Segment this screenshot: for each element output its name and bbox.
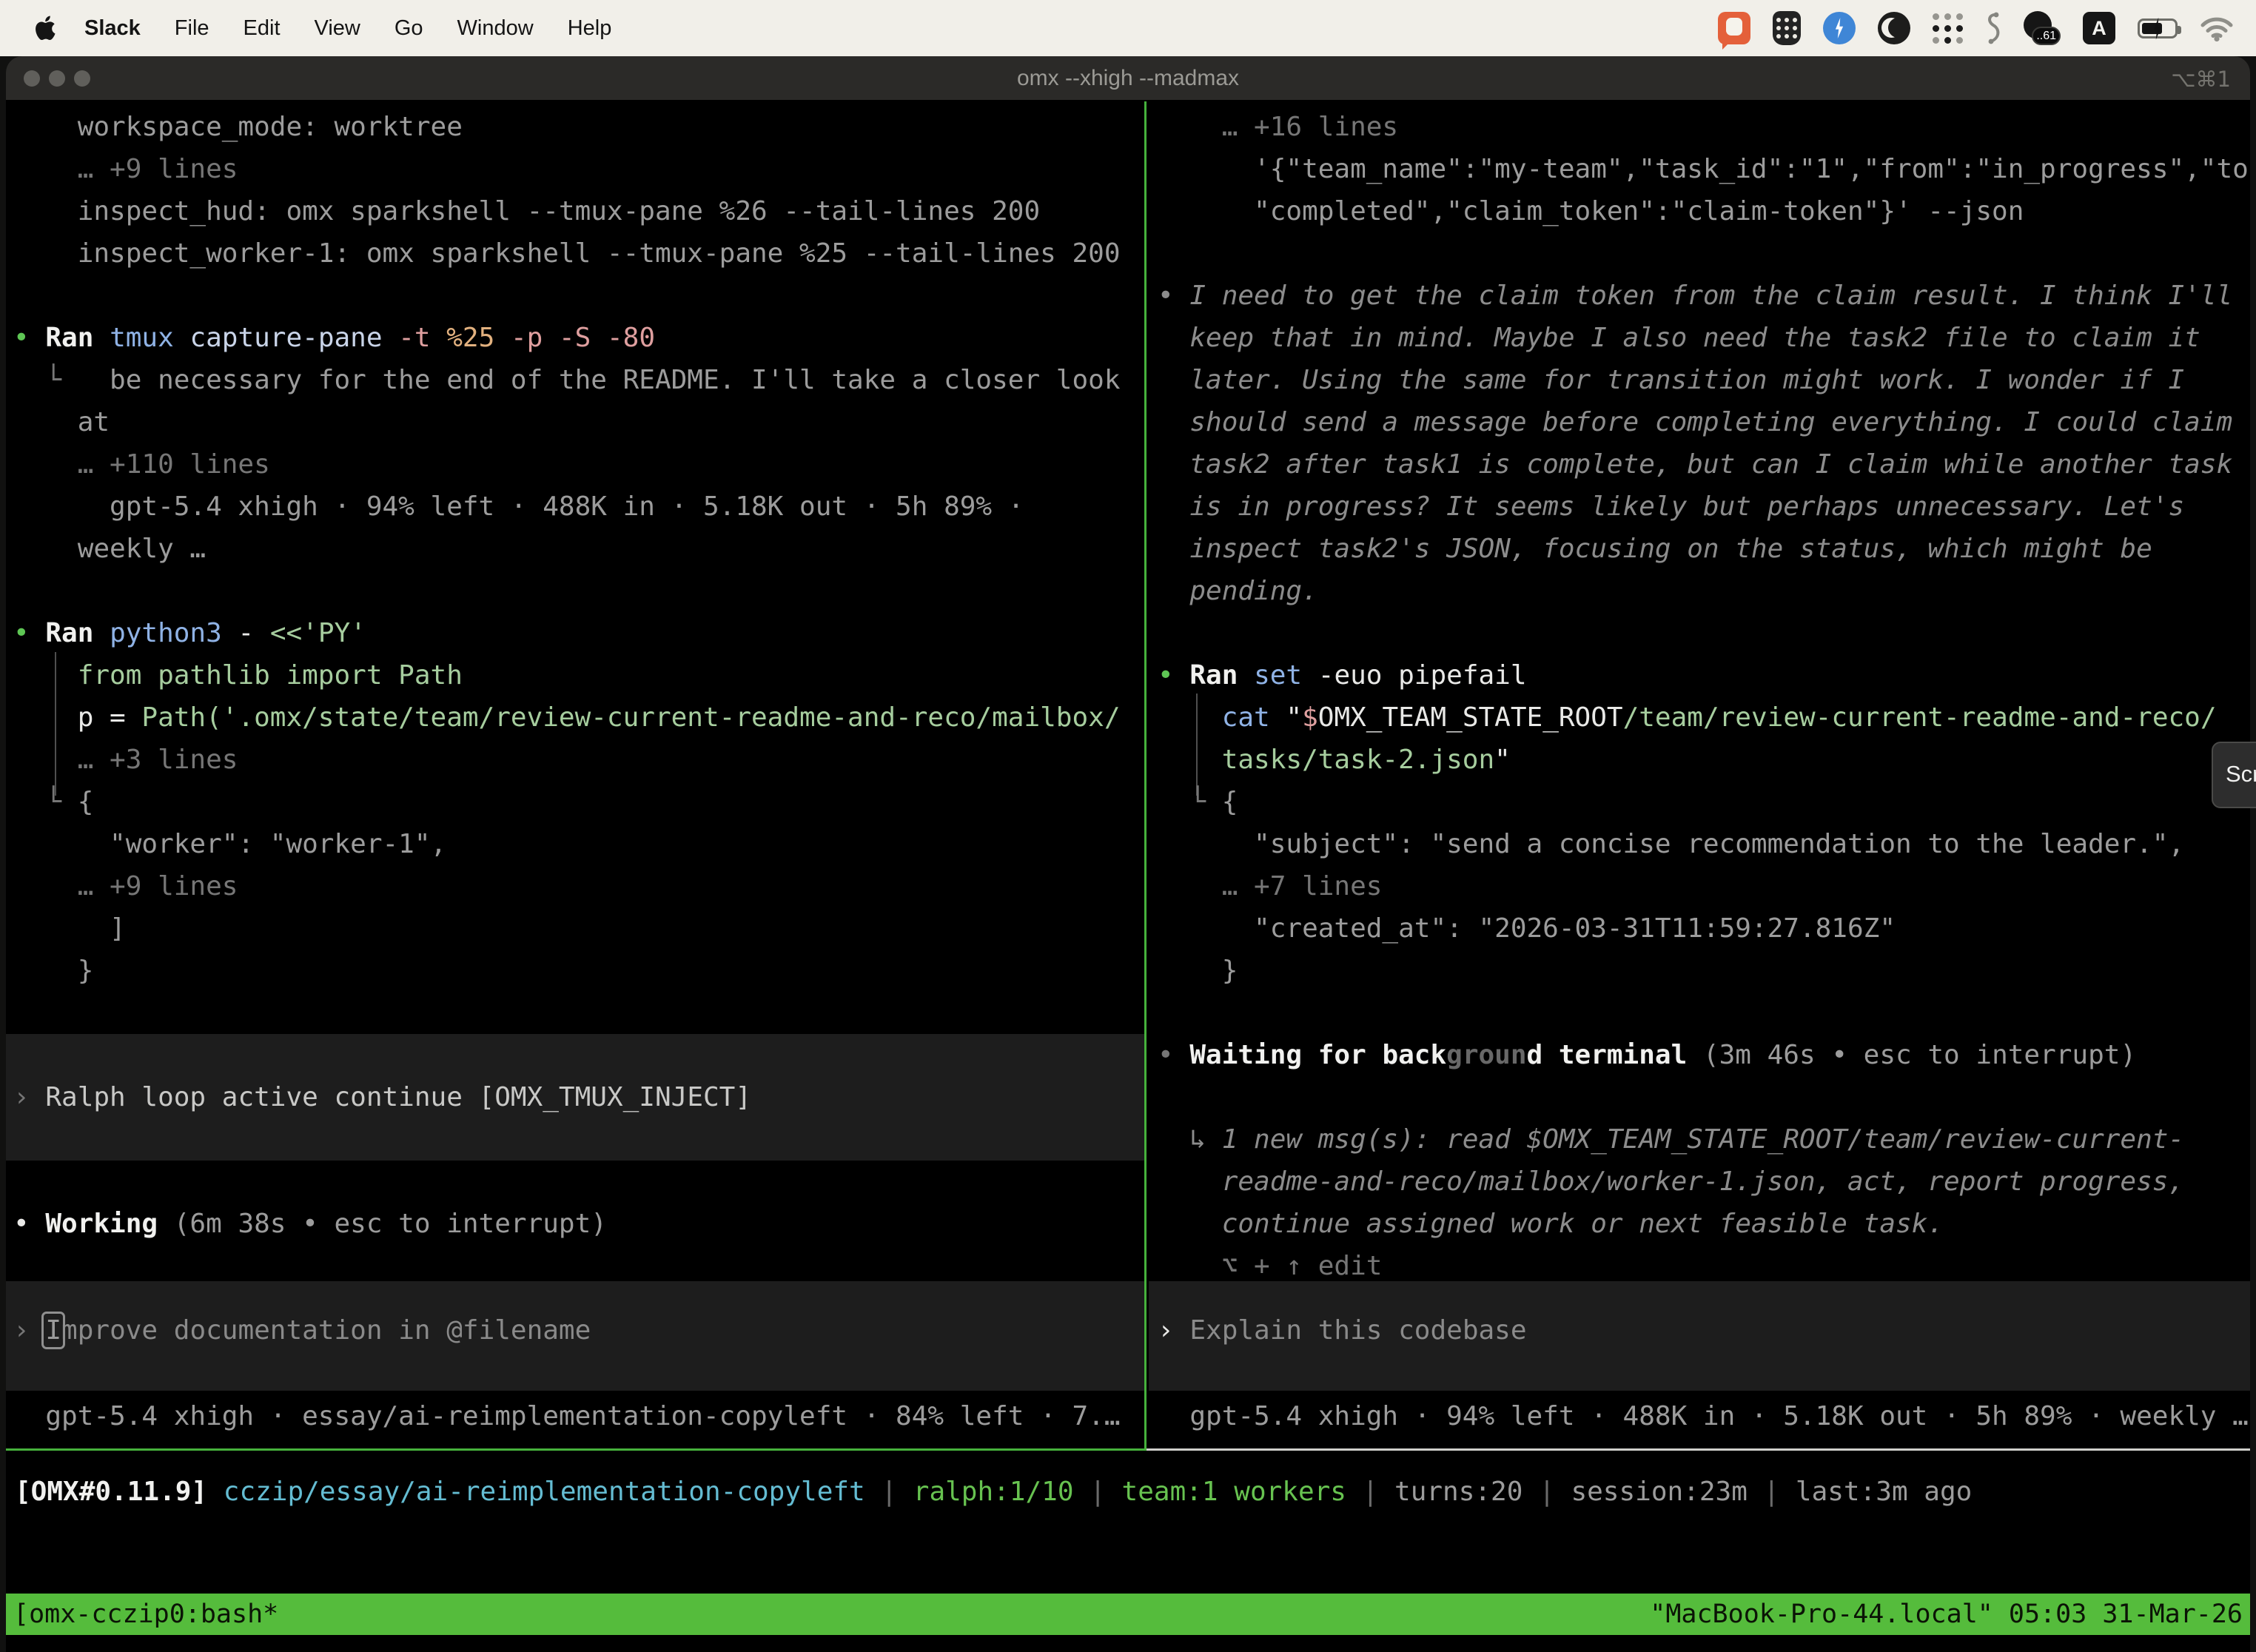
terminal-line: … +110 lines: [13, 443, 1144, 486]
keypad-shield-icon[interactable]: [1773, 11, 1801, 45]
dots-grid-icon[interactable]: [1933, 13, 1963, 44]
terminal-line: pending.: [1158, 570, 2250, 612]
tmux-host-clock-label: "MacBook-Pro-44.local" 05:03 31-Mar-26: [1650, 1594, 2243, 1635]
terminal-line: cat "$OMX_TEAM_STATE_ROOT/team/review-cu…: [1158, 696, 2250, 739]
terminal-line: … +3 lines: [13, 739, 1144, 781]
terminal-line: • Waiting for background terminal (3m 46…: [1158, 1034, 2250, 1076]
terminal-line: › Ralph loop active continue [OMX_TMUX_I…: [13, 1076, 1144, 1118]
pane-divider-vertical[interactable]: [1144, 101, 1147, 1448]
input-source-icon[interactable]: A: [2083, 12, 2115, 44]
terminal-line: inspect task2's JSON, focusing on the st…: [1158, 528, 2250, 570]
terminal-line: "created_at": "2026-03-31T11:59:27.816Z": [1158, 907, 2250, 950]
terminal-line: }: [13, 950, 1144, 992]
terminal-line: … +9 lines: [13, 865, 1144, 907]
terminal-line: tasks/task-2.json": [1158, 739, 2250, 781]
terminal-line: └ {: [1158, 781, 2250, 823]
pane-border-bottom-right: [1147, 1448, 2250, 1451]
terminal-line: … +9 lines: [13, 148, 1144, 190]
battery-charging-icon[interactable]: [2138, 19, 2178, 38]
terminal-line: later. Using the same for transition mig…: [1158, 359, 2250, 401]
terminal-line: '{"team_name":"my-team","task_id":"1","f…: [1158, 148, 2250, 190]
menu-item-file[interactable]: File: [175, 16, 209, 41]
menu-bar: Slack File Edit View Go Window Help ..61 A: [0, 0, 2256, 56]
menu-item-window[interactable]: Window: [457, 16, 534, 41]
blue-bolt-icon[interactable]: [1823, 12, 1856, 44]
tmux-session-label: [omx-cczip0:bash*: [13, 1594, 278, 1635]
terminal-line: └ {: [13, 781, 1144, 823]
apple-logo-icon[interactable]: [34, 13, 59, 43]
terminal-line: gpt-5.4 xhigh · 94% left · 488K in · 5.1…: [1158, 1395, 2250, 1437]
terminal-line: from pathlib import Path: [13, 654, 1144, 696]
menu-item-go[interactable]: Go: [395, 16, 423, 41]
terminal-line: should send a message before completing …: [1158, 401, 2250, 443]
terminal-content: workspace_mode: worktree … +9 lines insp…: [6, 101, 2250, 1652]
screen-overlay-pill: Scre: [2212, 742, 2256, 808]
terminal-line: task2 after task1 is complete, but can I…: [1158, 443, 2250, 486]
menu-item-help[interactable]: Help: [568, 16, 612, 41]
crescent-app-icon[interactable]: [1878, 12, 1910, 44]
terminal-line: keep that in mind. Maybe I also need the…: [1158, 317, 2250, 359]
terminal-line: is in progress? It seems likely but perh…: [1158, 486, 2250, 528]
terminal-line: p = Path('.omx/state/team/review-current…: [13, 696, 1144, 739]
menubar-status-icons: ..61 A: [1718, 11, 2256, 45]
pane-border-bottom-left: [6, 1448, 1147, 1451]
terminal-line: inspect_worker-1: omx sparkshell --tmux-…: [13, 232, 1144, 275]
terminal-line: • Ran set -euo pipefail: [1158, 654, 2250, 696]
terminal-line: ]: [13, 907, 1144, 950]
terminal-line: ⌥ + ↑ edit: [1158, 1245, 2250, 1287]
wifi-icon[interactable]: [2200, 15, 2234, 41]
terminal-line: gpt-5.4 xhigh · 94% left · 488K in · 5.1…: [13, 486, 1144, 528]
window-shortcut-hint: ⌥⌘1: [2171, 56, 2231, 101]
menu-items: Slack File Edit View Go Window Help: [84, 16, 611, 41]
menu-item-slack[interactable]: Slack: [84, 16, 141, 41]
omx-status-line: [OMX#0.11.9] cczip/essay/ai-reimplementa…: [15, 1471, 2250, 1513]
timer-badge-label: ..61: [2032, 27, 2061, 45]
tmux-pane-right[interactable]: … +16 lines '{"team_name":"my-team","tas…: [1149, 101, 2250, 1448]
terminal-line: • I need to get the claim token from the…: [1158, 275, 2250, 317]
terminal-line: weekly …: [13, 528, 1144, 570]
hook-icon[interactable]: [1985, 11, 2001, 45]
terminal-window: omx --xhigh --madmax ⌥⌘1 workspace_mode:…: [6, 56, 2250, 1652]
terminal-line: }: [1158, 950, 2250, 992]
terminal-line: • Working (6m 38s • esc to interrupt): [13, 1203, 1144, 1245]
terminal-line: … +7 lines: [1158, 865, 2250, 907]
terminal-line: "subject": "send a concise recommendatio…: [1158, 823, 2250, 865]
menu-item-view[interactable]: View: [315, 16, 360, 41]
terminal-line: readme-and-reco/mailbox/worker-1.json, a…: [1158, 1161, 2250, 1203]
terminal-line: continue assigned work or next feasible …: [1158, 1203, 2250, 1245]
terminal-line: "completed","claim_token":"claim-token"}…: [1158, 190, 2250, 232]
terminal-line: at: [13, 401, 1144, 443]
window-title: omx --xhigh --madmax: [6, 56, 2250, 101]
window-title-bar: omx --xhigh --madmax ⌥⌘1: [6, 56, 2250, 101]
terminal-line: workspace_mode: worktree: [13, 106, 1144, 148]
tmux-status-bar: [omx-cczip0:bash* "MacBook-Pro-44.local"…: [6, 1594, 2250, 1635]
terminal-line: gpt-5.4 xhigh · essay/ai-reimplementatio…: [13, 1395, 1144, 1437]
terminal-line: › Improve documentation in @filename: [13, 1309, 1144, 1352]
terminal-line: "worker": "worker-1",: [13, 823, 1144, 865]
chat-app-icon[interactable]: [1718, 12, 1750, 44]
terminal-line: • Ran python3 - <<'PY': [13, 612, 1144, 654]
terminal-line: ↳ 1 new msg(s): read $OMX_TEAM_STATE_ROO…: [1158, 1118, 2250, 1161]
terminal-line: › Explain this codebase: [1158, 1309, 2250, 1352]
terminal-line: … +16 lines: [1158, 106, 2250, 148]
terminal-line: • Ran tmux capture-pane -t %25 -p -S -80: [13, 317, 1144, 359]
terminal-line: └ be necessary for the end of the README…: [13, 359, 1144, 401]
timer-badge-icon[interactable]: ..61: [2024, 11, 2061, 45]
menu-item-edit[interactable]: Edit: [244, 16, 281, 41]
tmux-pane-left[interactable]: workspace_mode: worktree … +9 lines insp…: [6, 101, 1144, 1448]
terminal-line: inspect_hud: omx sparkshell --tmux-pane …: [13, 190, 1144, 232]
